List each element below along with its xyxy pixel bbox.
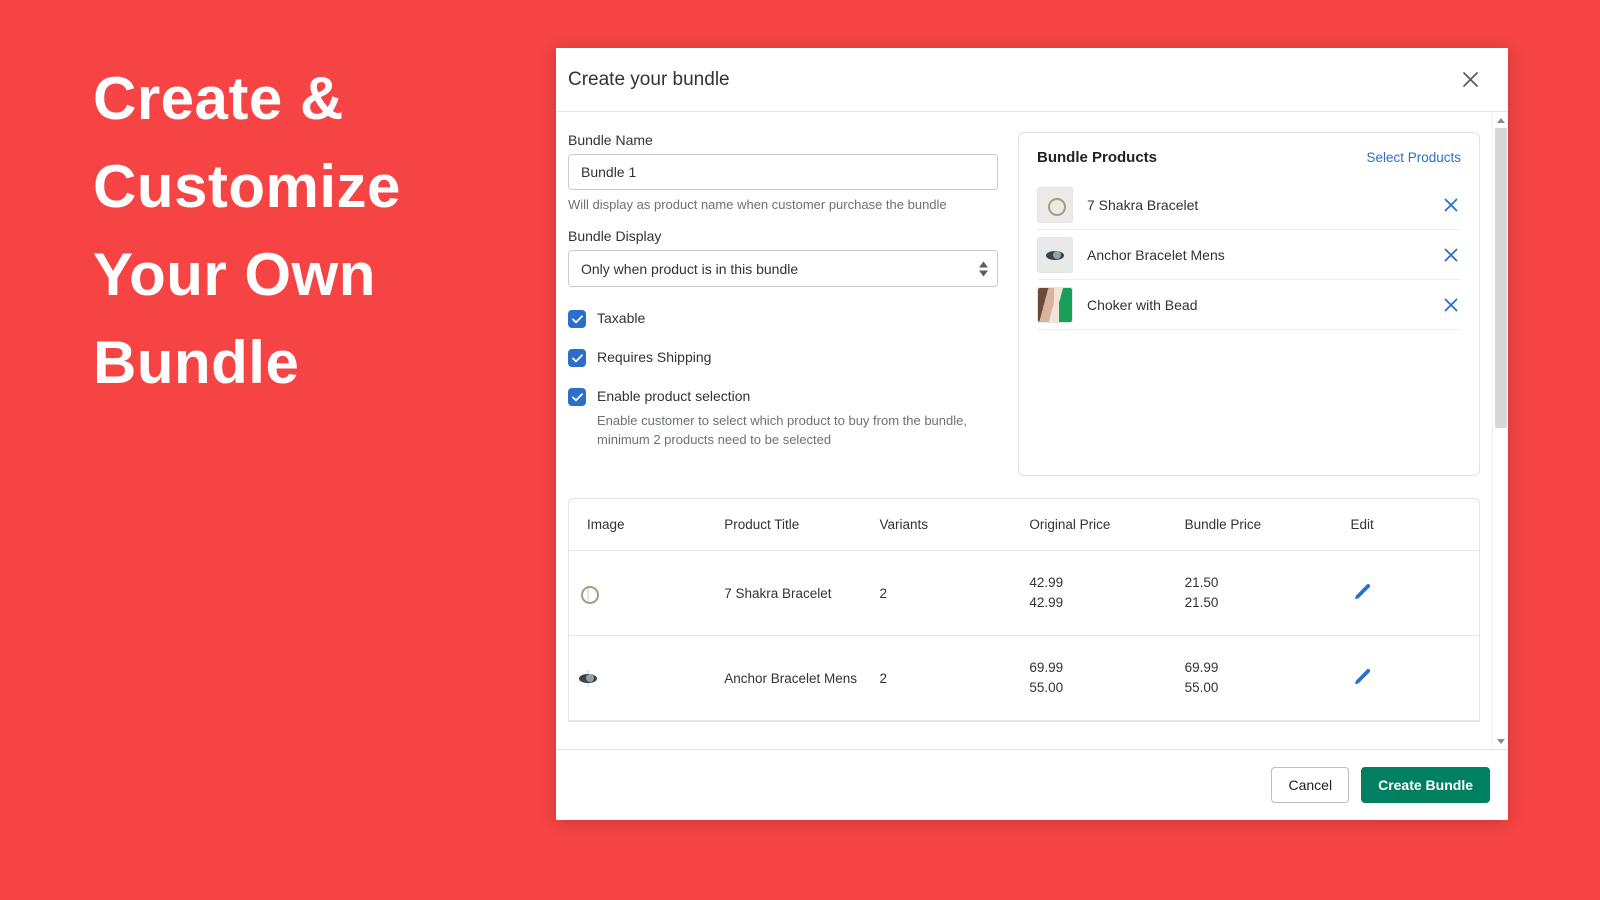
- bundle-name-field: Bundle Name Will display as product name…: [568, 132, 998, 212]
- column-header-product-title: Product Title: [724, 499, 880, 551]
- cell-edit: [1350, 635, 1479, 721]
- taxable-checkbox[interactable]: [568, 310, 586, 328]
- original-price-stack: 69.99 55.00: [1029, 658, 1184, 698]
- promo-heading: Create & Customize Your Own Bundle: [93, 55, 513, 407]
- modal-body: Bundle Name Will display as product name…: [556, 112, 1508, 749]
- requires-shipping-checkbox-row[interactable]: Requires Shipping: [568, 348, 998, 367]
- remove-product-icon[interactable]: [1441, 245, 1461, 265]
- column-header-edit: Edit: [1350, 499, 1479, 551]
- column-header-image: Image: [569, 499, 725, 551]
- create-bundle-button[interactable]: Create Bundle: [1361, 767, 1490, 803]
- modal-scrollbar[interactable]: [1492, 112, 1508, 749]
- cell-variants: 2: [879, 635, 1030, 721]
- list-item: 7 Shakra Bracelet: [1037, 180, 1461, 230]
- modal-scroll-area: Bundle Name Will display as product name…: [556, 112, 1492, 749]
- ring-thumbnail: [1037, 186, 1073, 223]
- taxable-checkbox-row[interactable]: Taxable: [568, 309, 998, 328]
- cell-original-price: 42.99 42.99: [1029, 550, 1185, 636]
- table-row: 7 Shakra Bracelet 2 42.99 42.99 21.50 21…: [569, 550, 1479, 636]
- anchor-thumbnail: [579, 669, 597, 687]
- ring-thumbnail: [581, 584, 599, 604]
- bundle-display-label: Bundle Display: [568, 228, 662, 244]
- cell-original-price: 69.99 55.00: [1029, 635, 1185, 721]
- bundle-price-1: 69.99: [1184, 660, 1219, 675]
- bundle-display-select[interactable]: Only when product is in this bundle: [568, 250, 998, 287]
- bundle-display-field: Bundle Display Only when product is in t…: [568, 228, 998, 287]
- table-header: Image Product Title Variants Original Pr…: [569, 499, 1479, 551]
- choker-thumbnail: [1037, 286, 1073, 323]
- cell-bundle-price: 21.50 21.50: [1184, 550, 1351, 636]
- bundle-price-2: 21.50: [1184, 595, 1219, 610]
- list-item-label: Anchor Bracelet Mens: [1087, 246, 1225, 263]
- bundle-form-column: Bundle Name Will display as product name…: [568, 132, 998, 476]
- list-item: Choker with Bead: [1037, 280, 1461, 330]
- remove-product-icon[interactable]: [1441, 195, 1461, 215]
- requires-shipping-label: Requires Shipping: [597, 349, 712, 365]
- bundle-price-stack: 69.99 55.00: [1185, 658, 1351, 698]
- bundle-price-1: 21.50: [1184, 575, 1219, 590]
- column-header-variants: Variants: [879, 499, 1030, 551]
- table-header-row: Image Product Title Variants Original Pr…: [569, 499, 1479, 551]
- table-row: Anchor Bracelet Mens 2 69.99 55.00 69.99…: [569, 635, 1479, 721]
- remove-product-icon[interactable]: [1441, 295, 1461, 315]
- bundle-products-column: Bundle Products Select Products 7 Shakra…: [1018, 132, 1480, 476]
- top-section: Bundle Name Will display as product name…: [568, 132, 1480, 476]
- pencil-icon[interactable]: [1351, 582, 1371, 605]
- original-price-2: 42.99: [1029, 595, 1064, 610]
- bundle-name-label: Bundle Name: [568, 132, 653, 148]
- cell-image: [569, 550, 725, 636]
- bundle-products-title: Bundle Products: [1037, 149, 1158, 166]
- original-price-1: 42.99: [1029, 575, 1064, 590]
- close-icon[interactable]: [1456, 66, 1484, 94]
- original-price-1: 69.99: [1029, 660, 1064, 675]
- list-item-label: 7 Shakra Bracelet: [1087, 196, 1199, 213]
- bundle-price-stack: 21.50 21.50: [1185, 573, 1351, 613]
- promo-line-3: Your Own: [93, 241, 376, 308]
- modal-header: Create your bundle: [556, 48, 1508, 112]
- table-body: 7 Shakra Bracelet 2 42.99 42.99 21.50 21…: [569, 550, 1479, 721]
- column-header-bundle-price: Bundle Price: [1184, 499, 1351, 551]
- bundle-products-header: Bundle Products Select Products: [1037, 149, 1461, 166]
- bundle-price-2: 55.00: [1184, 680, 1219, 695]
- page-title: Create your bundle: [568, 68, 730, 90]
- modal-footer: Cancel Create Bundle: [556, 749, 1508, 820]
- bundle-display-select-wrap: Only when product is in this bundle: [568, 250, 998, 287]
- original-price-2: 55.00: [1029, 680, 1064, 695]
- create-bundle-modal: Create your bundle Bundle Name Will disp…: [556, 48, 1508, 820]
- select-products-link[interactable]: Select Products: [1366, 150, 1461, 165]
- taxable-label: Taxable: [597, 310, 646, 326]
- promo-line-2: Customize: [93, 153, 401, 220]
- chevron-down-icon[interactable]: [1493, 733, 1508, 749]
- cell-product-title: 7 Shakra Bracelet: [724, 550, 880, 636]
- cell-edit: [1350, 550, 1479, 636]
- pencil-icon[interactable]: [1351, 667, 1371, 690]
- list-item: Anchor Bracelet Mens: [1037, 230, 1461, 280]
- original-price-stack: 42.99 42.99: [1029, 573, 1184, 613]
- bundle-products-card: Bundle Products Select Products 7 Shakra…: [1018, 132, 1480, 476]
- scrollbar-thumb[interactable]: [1495, 128, 1507, 428]
- enable-product-selection-checkbox[interactable]: [568, 388, 586, 406]
- bundle-name-input[interactable]: [568, 154, 998, 190]
- column-header-original-price: Original Price: [1029, 499, 1185, 551]
- cell-variants: 2: [879, 550, 1030, 636]
- anchor-thumbnail: [1037, 236, 1073, 273]
- enable-product-selection-label: Enable product selection: [597, 388, 751, 404]
- cell-image: [569, 635, 725, 721]
- enable-product-selection-checkbox-row[interactable]: Enable product selection Enable customer…: [568, 387, 998, 449]
- chevron-up-icon[interactable]: [1493, 112, 1508, 128]
- promo-line-4: Bundle: [93, 329, 300, 396]
- cancel-button[interactable]: Cancel: [1271, 767, 1350, 803]
- bundle-products-table: Image Product Title Variants Original Pr…: [569, 499, 1479, 721]
- requires-shipping-checkbox[interactable]: [568, 349, 586, 367]
- cell-product-title: Anchor Bracelet Mens: [724, 635, 880, 721]
- enable-product-selection-help: Enable customer to select which product …: [597, 413, 967, 447]
- list-item-label: Choker with Bead: [1087, 296, 1198, 313]
- cell-bundle-price: 69.99 55.00: [1184, 635, 1351, 721]
- enable-product-selection-block: Enable product selection Enable customer…: [597, 387, 997, 449]
- bundle-name-help: Will display as product name when custom…: [568, 197, 947, 212]
- bundle-products-table-card: Image Product Title Variants Original Pr…: [568, 498, 1480, 722]
- promo-line-1: Create &: [93, 65, 344, 132]
